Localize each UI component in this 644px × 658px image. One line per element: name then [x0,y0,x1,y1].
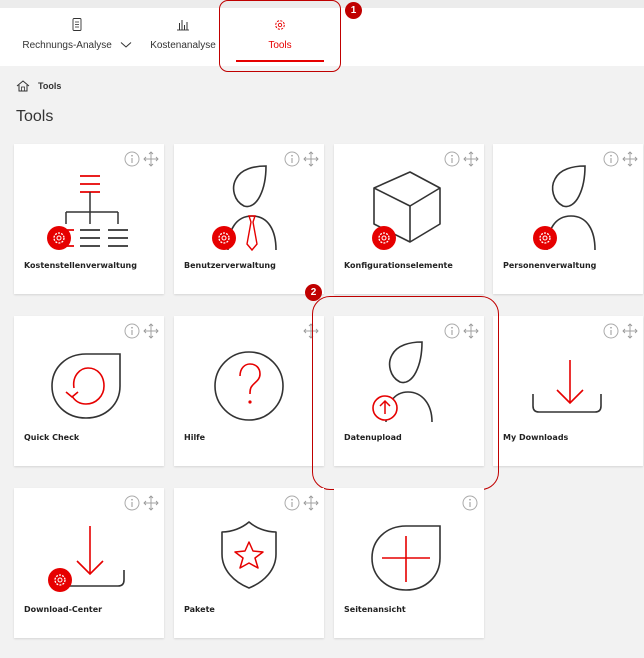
nav-item-rechnungs-analyse[interactable]: Rechnungs-Analyse [22,8,132,66]
tile-my-downloads[interactable]: My Downloads [493,316,643,466]
tile-kostenstellenverwaltung[interactable]: Kostenstellenverwaltung [14,144,164,294]
tile-label: Konfigurationselemente [344,261,453,270]
tile-label: Pakete [184,605,215,614]
tile-download-center[interactable]: Download-Center [14,488,164,638]
user-management-icon [212,165,277,252]
document-icon [72,18,82,31]
tile-seitenansicht[interactable]: Seitenansicht [334,488,484,638]
quick-check-icon [51,353,121,419]
page-view-plus-icon [371,525,441,591]
tile-pakete[interactable]: Pakete [174,488,324,638]
configuration-box-icon [372,171,441,250]
tile-hilfe[interactable]: Hilfe [174,316,324,466]
tile-label: Personenverwaltung [503,261,597,270]
tile-label: My Downloads [503,433,569,442]
page-title: Tools [16,108,54,125]
tile-label: Download-Center [24,605,103,614]
breadcrumb: Tools [16,79,61,93]
tile-benutzerverwaltung[interactable]: Benutzerverwaltung [174,144,324,294]
callout-badge-1: 1 [345,2,362,19]
download-center-icon [48,526,125,592]
tile-label: Seitenansicht [344,605,406,614]
callout-badge-2: 2 [305,284,322,301]
tile-label: Benutzerverwaltung [184,261,276,270]
home-icon[interactable] [16,80,30,92]
tile-label: Quick Check [24,433,80,442]
tile-personenverwaltung[interactable]: Personenverwaltung [493,144,643,294]
shield-star-icon [221,521,277,589]
tile-label: Hilfe [184,433,206,442]
tile-quick-check[interactable]: Quick Check [14,316,164,466]
tile-label: Kostenstellenverwaltung [24,261,137,270]
breadcrumb-current[interactable]: Tools [38,81,61,91]
tile-konfigurationselemente[interactable]: Konfigurationselemente [334,144,484,294]
nav-item-kostenanalyse[interactable]: Kostenanalyse [150,8,216,66]
bar-chart-icon [177,20,189,31]
chevron-down-icon[interactable] [120,41,132,49]
nav-label-kostenanalyse: Kostenanalyse [150,40,216,51]
person-management-icon [533,165,596,251]
help-question-icon [214,351,284,421]
callout-box-datenupload [312,296,499,490]
nav-label-rechnungs-analyse: Rechnungs-Analyse [22,40,112,51]
cost-center-hierarchy-icon [47,175,128,250]
callout-box-tools [219,0,341,72]
download-tray-icon [532,360,602,413]
